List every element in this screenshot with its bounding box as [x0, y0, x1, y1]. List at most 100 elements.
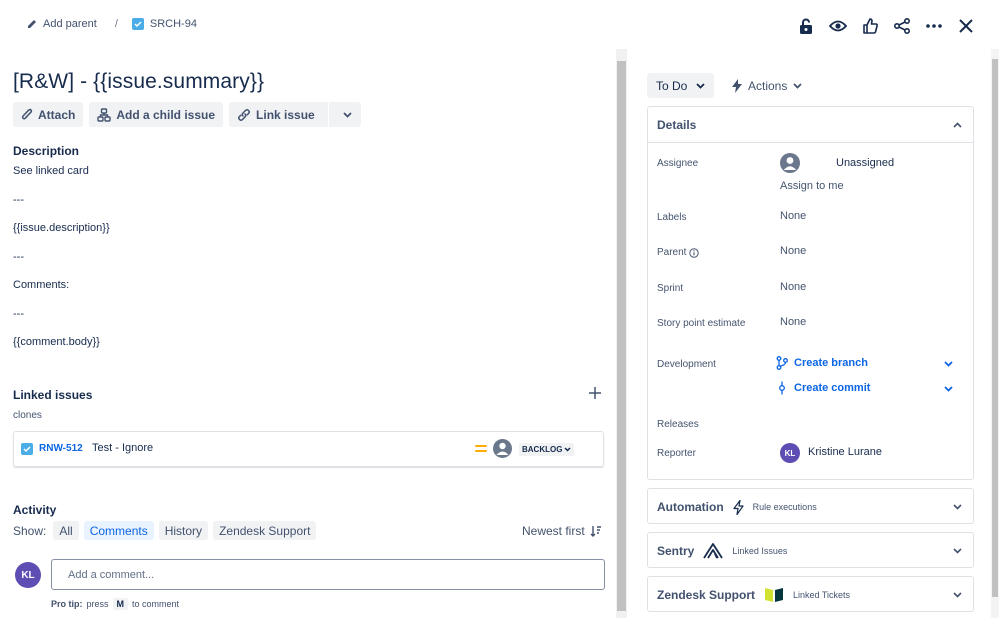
chevron-down-icon[interactable] [944, 361, 953, 367]
left-scrollbar[interactable] [616, 49, 627, 618]
story-points-value[interactable]: None [780, 316, 806, 328]
details-heading: Details [657, 117, 697, 132]
parent-value[interactable]: None [780, 245, 806, 257]
linked-issue-summary[interactable]: Test - Ignore [92, 442, 153, 454]
activity-heading: Activity [13, 503, 57, 517]
zendesk-title: Zendesk Support [657, 588, 756, 602]
description-line[interactable]: {{comment.body}} [13, 336, 100, 348]
tab-history[interactable]: History [158, 521, 209, 540]
chevron-down-icon[interactable] [944, 386, 953, 392]
zendesk-logo-icon [764, 587, 784, 603]
issue-title[interactable]: [R&W] - {{issue.summary}} [13, 70, 264, 94]
create-commit-link[interactable]: Create commit [776, 381, 870, 395]
chevron-up-icon [953, 121, 962, 128]
description-line[interactable]: Comments: [13, 279, 69, 291]
assign-to-me-link[interactable]: Assign to me [780, 180, 844, 192]
issue-toolbar [795, 15, 977, 37]
linked-issue-row[interactable]: RNW-512 Test - Ignore BACKLOG [13, 431, 604, 467]
automation-header[interactable]: Automation Rule executions [648, 489, 973, 525]
branch-icon [776, 356, 788, 370]
sentry-header[interactable]: Sentry Linked Issues [648, 533, 973, 569]
description-line[interactable]: --- [13, 308, 24, 320]
chevron-down-icon [953, 592, 962, 598]
create-branch-label: Create branch [794, 357, 868, 369]
breadcrumb: Add parent / SRCH-94 [27, 18, 197, 30]
protip-label: Pro tip: [51, 599, 83, 609]
actions-dropdown[interactable]: Actions [726, 73, 808, 98]
more-actions-dropdown[interactable] [334, 102, 361, 127]
details-panel: Details Assignee Unassigned Assign to me… [647, 106, 974, 480]
description-line[interactable]: --- [13, 194, 24, 206]
zendesk-panel[interactable]: Zendesk Support Linked Tickets [647, 576, 974, 612]
status-lozenge[interactable]: BACKLOG [519, 443, 575, 456]
linked-issues-heading: Linked issues [13, 388, 93, 402]
attach-label: Attach [38, 107, 76, 122]
lightning-icon [733, 499, 744, 515]
lightning-icon [732, 78, 742, 93]
create-branch-link[interactable]: Create branch [776, 356, 868, 370]
reporter-value[interactable]: Kristine Lurane [808, 446, 882, 458]
zendesk-header[interactable]: Zendesk Support Linked Tickets [648, 577, 973, 613]
share-icon[interactable] [891, 15, 913, 37]
development-label: Development [657, 359, 716, 370]
parent-field: Parent [657, 247, 700, 258]
keyboard-shortcut-key: M [112, 598, 129, 610]
description-heading: Description [13, 144, 80, 158]
sprint-value[interactable]: None [780, 281, 806, 293]
chevron-down-icon [953, 504, 962, 510]
scrollbar-thumb[interactable] [617, 61, 626, 611]
right-scrollbar[interactable] [991, 49, 999, 618]
details-header[interactable]: Details [648, 107, 973, 143]
info-icon[interactable] [689, 247, 700, 258]
issue-key-link[interactable]: SRCH-94 [150, 18, 197, 30]
actions-label: Actions [748, 78, 788, 93]
sort-order-button[interactable]: Newest first [522, 524, 602, 538]
chevron-down-icon [343, 111, 352, 118]
sort-icon [590, 525, 602, 537]
link-issue-split-button: Link issue [229, 102, 361, 127]
add-child-label: Add a child issue [116, 107, 216, 122]
close-icon[interactable] [955, 15, 977, 37]
linked-issue-key[interactable]: RNW-512 [39, 443, 83, 454]
zendesk-sub: Linked Tickets [793, 590, 851, 600]
status-dropdown[interactable]: To Do [647, 73, 714, 98]
comment-input[interactable]: Add a comment... [51, 559, 605, 590]
commit-icon [776, 381, 788, 395]
link-icon [237, 108, 251, 122]
automation-panel[interactable]: Automation Rule executions [647, 488, 974, 524]
releases-label: Releases [657, 419, 699, 430]
priority-medium-icon [475, 444, 487, 454]
sentry-sub: Linked Issues [732, 546, 788, 556]
more-icon[interactable] [923, 15, 945, 37]
comment-placeholder: Add a comment... [68, 568, 155, 581]
description-line[interactable]: {{issue.description}} [13, 222, 110, 234]
add-parent-link[interactable]: Add parent [43, 18, 97, 30]
unassigned-avatar-icon [493, 439, 512, 458]
attach-button[interactable]: Attach [13, 102, 84, 127]
add-linked-issue-icon[interactable] [588, 386, 602, 400]
labels-value[interactable]: None [780, 210, 806, 222]
link-issue-button[interactable]: Link issue [229, 102, 323, 127]
parent-label: Parent [657, 247, 687, 258]
tab-zendesk-support[interactable]: Zendesk Support [213, 521, 317, 540]
link-issue-label: Link issue [256, 107, 315, 122]
add-child-issue-button[interactable]: Add a child issue [89, 102, 224, 127]
sentry-panel[interactable]: Sentry Linked Issues [647, 532, 974, 568]
tab-all[interactable]: All [53, 521, 79, 540]
current-user-avatar: KL [15, 562, 41, 588]
assignee-value[interactable]: Unassigned [836, 157, 894, 169]
scrollbar-thumb[interactable] [992, 59, 998, 597]
tab-comments[interactable]: Comments [83, 521, 154, 540]
description-line[interactable]: --- [13, 251, 24, 263]
description-line[interactable]: See linked card [13, 165, 89, 177]
story-points-label: Story point estimate [657, 318, 746, 329]
labels-label: Labels [657, 212, 687, 223]
task-type-icon [21, 443, 33, 455]
watch-eye-icon[interactable] [827, 15, 849, 37]
lock-icon[interactable] [795, 15, 817, 37]
thumbs-up-icon[interactable] [859, 15, 881, 37]
reporter-avatar: KL [780, 443, 800, 463]
sort-label: Newest first [522, 524, 585, 538]
link-relation-label: clones [13, 410, 42, 421]
pro-tip: Pro tip: press M to comment [51, 598, 179, 610]
